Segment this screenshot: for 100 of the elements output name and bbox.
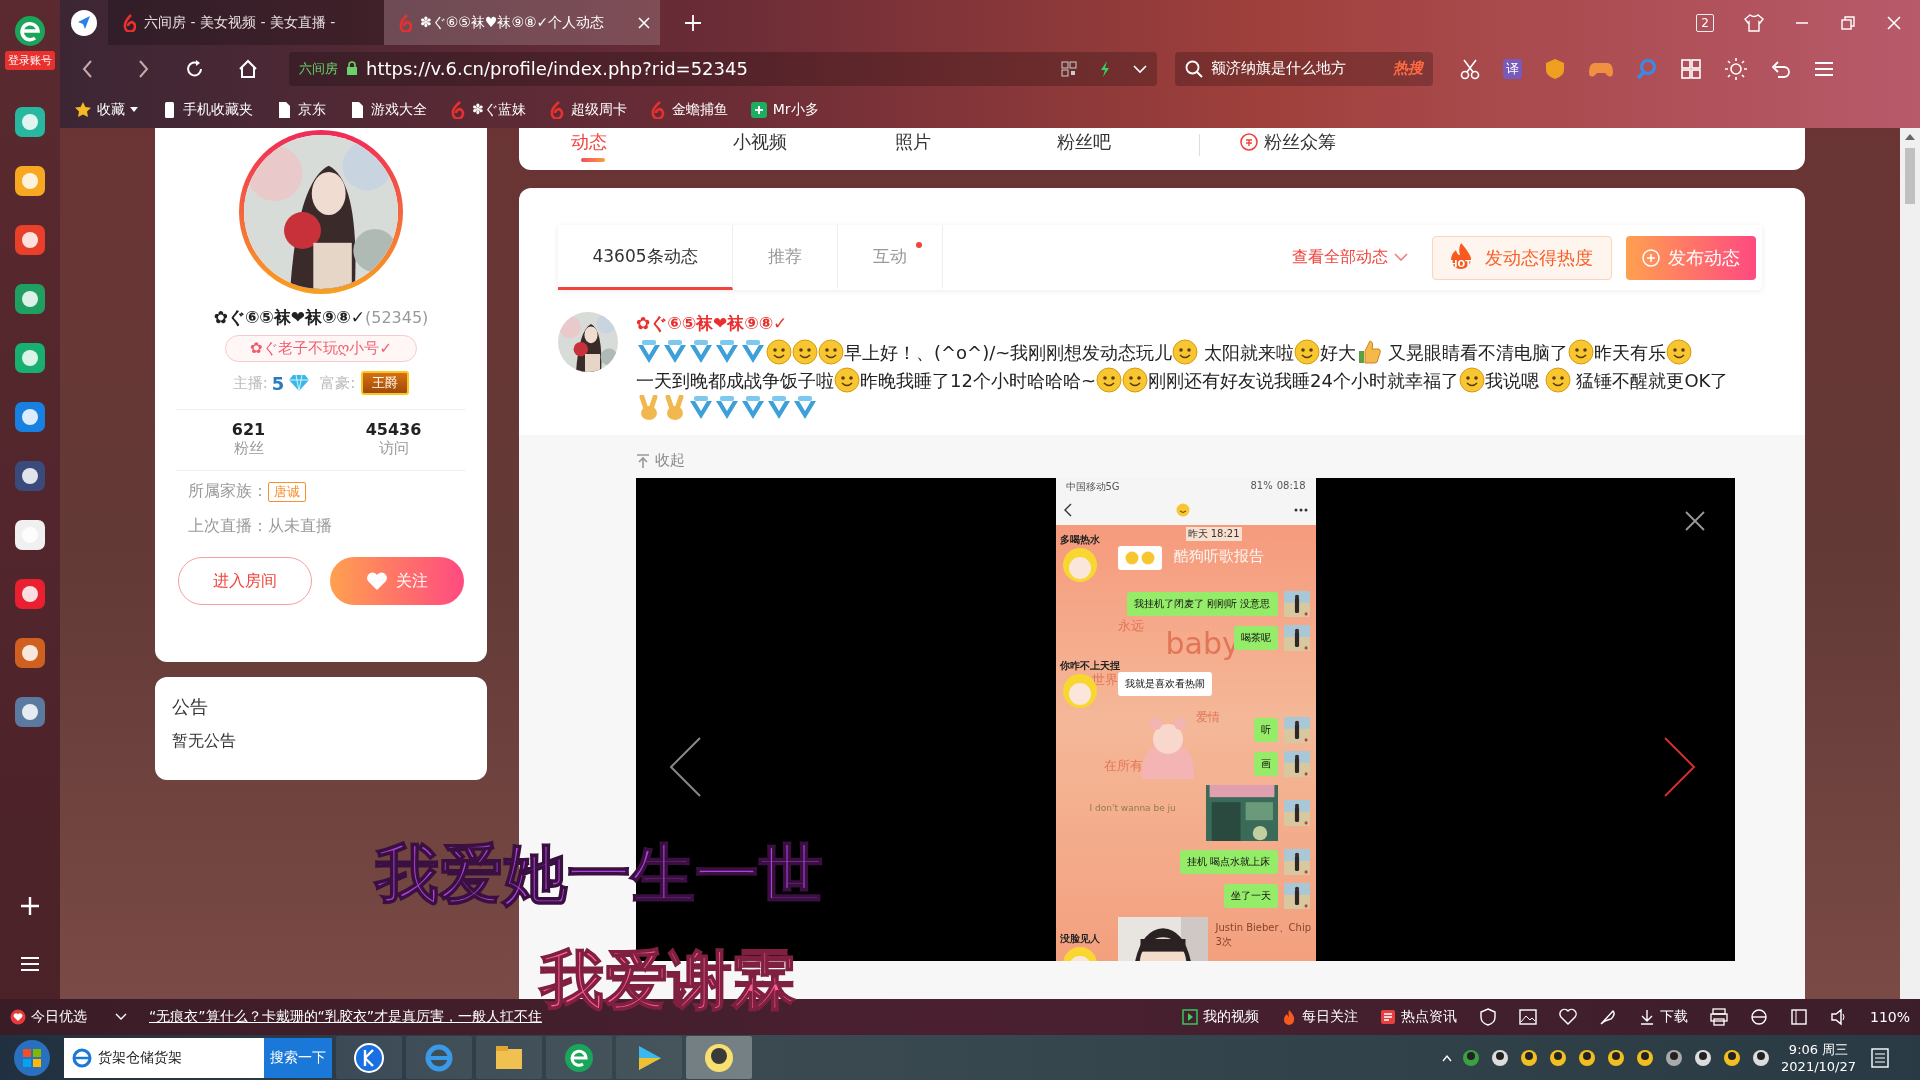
enter-room-button[interactable]: 进入房间 — [178, 557, 312, 605]
app-icon[interactable] — [14, 224, 46, 256]
bookmark-item[interactable]: 收藏 — [74, 101, 138, 119]
printer-icon[interactable] — [1709, 1008, 1728, 1026]
bookmark-item[interactable]: 京东 — [275, 101, 326, 119]
clock[interactable]: 9:06 周三 2021/10/27 — [1781, 1040, 1856, 1075]
user-id: (52345) — [364, 308, 429, 327]
tray-icon[interactable] — [1461, 1047, 1482, 1068]
clock-text: 08:18 — [1276, 480, 1306, 493]
app-icon[interactable] — [14, 283, 46, 315]
scissors-icon[interactable] — [1459, 57, 1481, 80]
scrollbar[interactable] — [1900, 128, 1920, 999]
restore-icon[interactable] — [1840, 14, 1856, 31]
tray-icon[interactable] — [1635, 1047, 1656, 1068]
image-icon[interactable] — [1518, 1008, 1537, 1026]
shield-icon[interactable] — [1478, 1008, 1497, 1026]
tray-icon[interactable] — [1577, 1047, 1598, 1068]
navigation-icon[interactable] — [70, 8, 98, 37]
download-button[interactable]: 下载 — [1638, 1008, 1688, 1026]
scroll-thumb[interactable] — [1905, 148, 1915, 204]
window-icon[interactable] — [1789, 1008, 1808, 1026]
app-icon[interactable] — [14, 637, 46, 669]
background-text: 在所有 — [1103, 757, 1143, 775]
emoji-face-icon — [1294, 339, 1321, 365]
undo-icon[interactable] — [1770, 58, 1792, 79]
tray-icon[interactable] — [1490, 1047, 1511, 1068]
notification-icon[interactable] — [1870, 1046, 1890, 1069]
status-link[interactable]: 热点资讯 — [1379, 1008, 1457, 1026]
previous-icon[interactable] — [668, 736, 702, 798]
lightning-icon[interactable] — [1099, 59, 1111, 78]
app-icon[interactable] — [14, 460, 46, 492]
tray-icon[interactable] — [1664, 1047, 1685, 1068]
tray-icon[interactable] — [1606, 1047, 1627, 1068]
browser-tab[interactable]: ✽ぐ⑥⑤袜♥袜⑨⑧✓个人动态 — [384, 0, 660, 45]
heart-rate-icon[interactable] — [1558, 1008, 1577, 1026]
app-icon[interactable] — [353, 1041, 385, 1074]
nav-tab[interactable]: 粉丝众筹 — [1240, 128, 1402, 154]
status-link[interactable]: 我的视频 — [1181, 1008, 1259, 1026]
translate-button[interactable]: 译 — [1503, 58, 1522, 79]
news-link[interactable]: “无痕衣”算什么？卡戴珊的“乳胶衣”才是真厉害，一般人扛不住 — [149, 1008, 542, 1026]
nav-tab[interactable]: 动态 — [571, 128, 733, 162]
close-icon[interactable] — [1684, 510, 1706, 532]
bookmark-item[interactable]: ✽ぐ蓝妹 — [449, 101, 526, 119]
post-author[interactable]: ✿ぐ⑥⑤袜❤袜⑨⑧✓ — [636, 312, 1765, 335]
add-icon[interactable] — [19, 895, 41, 917]
speaker-icon[interactable] — [1829, 1008, 1848, 1026]
app-icon[interactable] — [14, 696, 46, 728]
browser-icon[interactable] — [563, 1041, 595, 1074]
tray-icon[interactable] — [1722, 1047, 1743, 1068]
app-icon[interactable] — [14, 401, 46, 433]
bookmark-item[interactable]: 手机收藏夹 — [160, 101, 253, 119]
qr-code-icon[interactable] — [1061, 60, 1077, 77]
filter-dropdown[interactable]: 查看全部动态 — [1292, 247, 1408, 268]
grid-icon[interactable] — [1680, 57, 1702, 80]
home-icon[interactable] — [237, 57, 259, 80]
bookmark-item[interactable]: 游戏大全 — [348, 101, 427, 119]
address-bar[interactable]: 六间房 https://v.6.cn/profile/index.php?rid=52345 — [289, 51, 1157, 86]
app-icon[interactable] — [14, 106, 46, 138]
nav-tab[interactable]: 照片 — [895, 128, 1057, 154]
tray-icon[interactable] — [1693, 1047, 1714, 1068]
bookmark-item[interactable]: Mr小多 — [749, 101, 819, 119]
zoom-level[interactable]: 110% — [1869, 1009, 1910, 1025]
bookmark-item[interactable]: 金蟾捕鱼 — [648, 101, 728, 119]
caret-icon[interactable] — [1133, 63, 1147, 74]
app-icon[interactable] — [14, 165, 46, 197]
post-text: 一天到晚都成战争饭子啦 — [636, 370, 834, 391]
app-icon[interactable] — [14, 578, 46, 610]
search-field[interactable]: 额济纳旗是什么地方 热搜 — [1175, 51, 1433, 86]
shirt-icon[interactable] — [1744, 13, 1764, 32]
brightness-icon[interactable] — [1724, 56, 1748, 81]
tray-icon[interactable] — [1548, 1047, 1569, 1068]
start-button[interactable] — [12, 1037, 52, 1078]
tray-icon[interactable] — [1519, 1047, 1540, 1068]
feather-icon[interactable] — [1598, 1008, 1617, 1026]
status-link[interactable]: 每日关注 — [1280, 1008, 1358, 1026]
nav-tab[interactable]: 粉丝吧 — [1057, 128, 1219, 154]
browser-tab[interactable]: 六间房 - 美女视频 - 美女直播 - — [108, 0, 384, 45]
browser-icon[interactable] — [1749, 1008, 1768, 1026]
flame-logo-icon — [122, 13, 136, 32]
caret-icon[interactable] — [115, 1013, 127, 1021]
taskbar-search-field[interactable]: 货架仓储货架 — [64, 1037, 264, 1078]
next-icon[interactable] — [1663, 736, 1697, 798]
tray-icon[interactable] — [1751, 1047, 1772, 1068]
login-label[interactable]: 登录账号 — [5, 51, 55, 70]
app-icon[interactable] — [14, 342, 46, 374]
menu-icon[interactable] — [1814, 59, 1834, 78]
daily-picks[interactable]: 今日优选 — [10, 1008, 87, 1026]
chat-bubble: 我就是喜欢看热闹 — [1117, 672, 1212, 696]
new-tab-icon[interactable] — [684, 13, 702, 32]
nav-tab[interactable]: 小视频 — [733, 128, 895, 154]
window-count[interactable]: 2 — [1696, 13, 1714, 32]
bookmark-item[interactable]: 超级周卡 — [547, 101, 627, 119]
chat-bubble: 坐了一天 — [1223, 884, 1278, 908]
chevron-up-icon[interactable] — [1442, 1053, 1453, 1062]
app-icon[interactable] — [14, 519, 46, 551]
search-button[interactable]: 搜索一下 — [264, 1037, 332, 1078]
emoji-face-icon — [1140, 551, 1155, 565]
app-icon[interactable] — [703, 1041, 735, 1074]
list-icon[interactable] — [20, 955, 40, 973]
feed-tab[interactable]: 43605条动态 — [558, 225, 733, 290]
